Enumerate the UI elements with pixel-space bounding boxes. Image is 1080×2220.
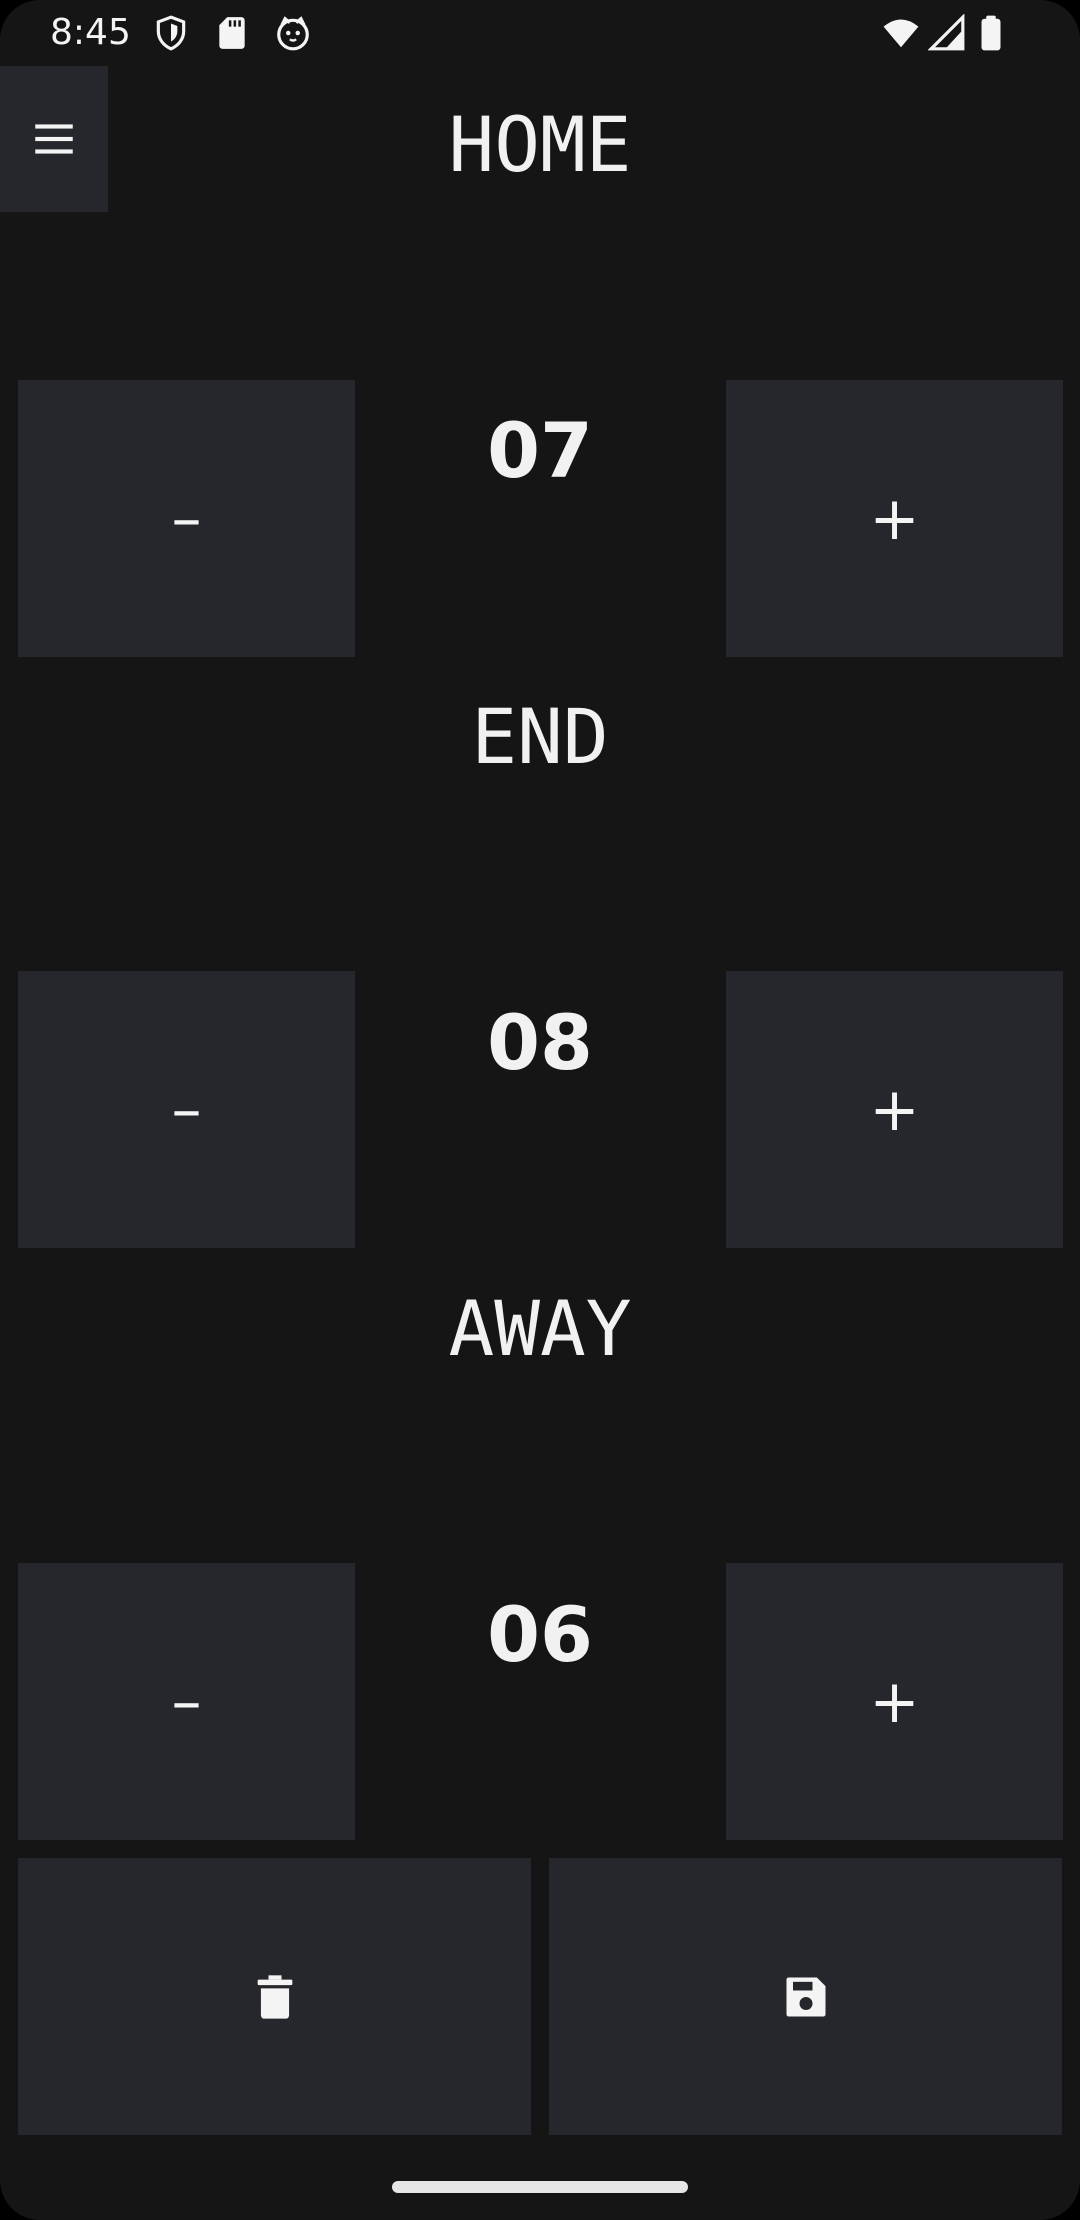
- app-screen: 8:45 HOME – 07 + END – 08 + AWAY – 06 +: [0, 0, 1080, 2220]
- cat-face-icon: [274, 14, 312, 52]
- home-increment-button[interactable]: +: [726, 380, 1063, 657]
- sd-card-icon: [213, 14, 251, 52]
- signal-icon: [928, 14, 966, 52]
- wifi-icon: [880, 14, 922, 52]
- section-label-end: END: [471, 692, 609, 781]
- away-increment-button[interactable]: +: [726, 1563, 1063, 1840]
- battery-icon: [972, 14, 1010, 52]
- status-time: 8:45: [50, 12, 131, 53]
- floppy-save-icon: [786, 1977, 825, 2016]
- home-indicator[interactable]: [392, 2181, 688, 2193]
- delete-button[interactable]: [18, 1858, 531, 2135]
- shield-icon: [152, 14, 190, 52]
- trash-icon: [257, 1974, 292, 2019]
- end-increment-button[interactable]: +: [726, 971, 1063, 1248]
- save-button[interactable]: [549, 1858, 1062, 2135]
- section-label-home: HOME: [448, 100, 632, 189]
- status-bar: 8:45: [0, 0, 1080, 66]
- section-label-away: AWAY: [448, 1284, 632, 1373]
